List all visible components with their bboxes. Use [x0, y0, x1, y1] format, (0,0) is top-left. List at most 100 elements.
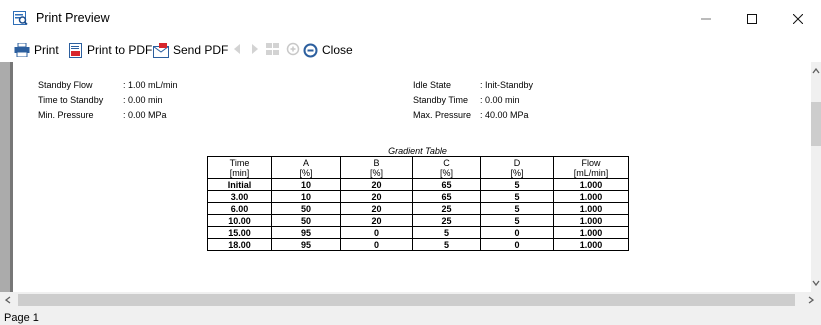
standby-flow-value: : 1.00 mL/min [123, 80, 178, 90]
cell-a: 50 [271, 214, 341, 227]
idle-state-value: : Init-Standby [480, 80, 534, 90]
zoom-out-icon [303, 43, 318, 57]
cell-c: 5 [412, 238, 481, 251]
cell-flow: 1.000 [553, 226, 629, 239]
close-preview-button[interactable]: Close [303, 41, 353, 59]
close-label: Close [322, 43, 353, 57]
minimize-button[interactable] [683, 0, 729, 38]
header-time: Time [min] [207, 156, 272, 179]
previous-page-button[interactable] [233, 42, 241, 61]
cell-c: 5 [412, 226, 481, 239]
send-pdf-label: Send PDF [173, 43, 229, 57]
vertical-scroll-thumb[interactable] [811, 102, 821, 146]
send-pdf-button[interactable]: Send PDF [153, 41, 228, 59]
cell-flow: 1.000 [553, 178, 629, 191]
next-page-button[interactable] [251, 42, 259, 61]
multi-page-icon [266, 43, 279, 55]
cell-b: 20 [340, 202, 413, 215]
cell-time: 15.00 [207, 226, 272, 239]
cell-d: 5 [480, 190, 554, 203]
scroll-down-icon[interactable] [812, 280, 820, 286]
table-row: 3.00 10 20 65 5 1.000 [207, 190, 629, 203]
cell-time: 10.00 [207, 214, 272, 227]
cell-b: 0 [340, 238, 413, 251]
cell-b: 20 [340, 178, 413, 191]
cell-time: 18.00 [207, 238, 272, 251]
cell-d: 5 [480, 202, 554, 215]
cell-a: 10 [271, 190, 341, 203]
cell-d: 5 [480, 178, 554, 191]
table-row: Initial 10 20 65 5 1.000 [207, 178, 629, 191]
header-b: B [%] [340, 156, 413, 179]
table-row: 10.00 50 20 25 5 1.000 [207, 214, 629, 227]
idle-state-label: Idle State [413, 80, 452, 90]
cell-c: 25 [412, 202, 481, 215]
cell-d: 0 [480, 238, 554, 251]
time-to-standby-value: : 0.00 min [123, 95, 163, 105]
cell-b: 20 [340, 190, 413, 203]
close-icon [793, 14, 803, 24]
close-window-button[interactable] [775, 0, 821, 38]
standby-time-value: : 0.00 min [480, 95, 520, 105]
cell-b: 20 [340, 214, 413, 227]
cell-time: 3.00 [207, 190, 272, 203]
cell-flow: 1.000 [553, 202, 629, 215]
cell-c: 65 [412, 178, 481, 191]
maximize-icon [747, 14, 757, 24]
printer-icon [14, 43, 30, 57]
print-button[interactable]: Print [14, 41, 59, 59]
header-c: C [%] [412, 156, 481, 179]
time-to-standby-label: Time to Standby [38, 95, 104, 105]
header-d: D [%] [480, 156, 554, 179]
status-bar [0, 308, 821, 325]
print-to-pdf-button[interactable]: Print to PDF [69, 41, 152, 59]
cell-a: 10 [271, 178, 341, 191]
table-row: 18.00 95 0 5 0 1.000 [207, 238, 629, 251]
print-label: Print [34, 43, 59, 57]
standby-flow-label: Standby Flow [38, 80, 93, 90]
cell-a: 50 [271, 202, 341, 215]
table-row: 6.00 50 20 25 5 1.000 [207, 202, 629, 215]
header-flow: Flow [mL/min] [553, 156, 629, 179]
max-pressure-label: Max. Pressure [413, 110, 472, 120]
min-pressure-value: : 0.00 MPa [123, 110, 167, 120]
cell-a: 95 [271, 226, 341, 239]
cell-flow: 1.000 [553, 214, 629, 227]
cell-c: 25 [412, 214, 481, 227]
cell-time: 6.00 [207, 202, 272, 215]
scroll-left-icon[interactable] [5, 296, 11, 304]
minimize-icon [701, 18, 711, 20]
cell-d: 0 [480, 226, 554, 239]
table-row: 15.00 95 0 5 0 1.000 [207, 226, 629, 239]
page-left-edge [10, 62, 13, 292]
window-title: Print Preview [36, 11, 110, 25]
multi-page-button[interactable] [266, 42, 280, 61]
header-a: A [%] [271, 156, 341, 179]
zoom-in-button[interactable] [286, 42, 300, 61]
table-header-row: Time [min] A [%] B [%] C [%] D [%] Flow [mL/mi… [207, 156, 629, 179]
gradient-table: Time [min] A [%] B [%] C [%] D [%] Flow [mL/mi… [207, 156, 629, 251]
send-pdf-icon [153, 42, 169, 58]
cell-b: 0 [340, 226, 413, 239]
scroll-up-icon[interactable] [812, 68, 820, 74]
scroll-right-icon[interactable] [808, 296, 814, 304]
maximize-button[interactable] [729, 0, 775, 38]
title-bar: Print Preview [0, 0, 821, 38]
standby-time-label: Standby Time [413, 95, 469, 105]
horizontal-scroll-thumb[interactable] [18, 294, 795, 306]
cell-c: 65 [412, 190, 481, 203]
cell-flow: 1.000 [553, 190, 629, 203]
first-page-icon [234, 44, 240, 54]
vertical-scrollbar[interactable] [811, 62, 821, 292]
next-page-icon [252, 44, 258, 54]
cell-flow: 1.000 [553, 238, 629, 251]
print-preview-icon [13, 11, 28, 26]
max-pressure-value: : 40.00 MPa [480, 110, 529, 120]
cell-d: 5 [480, 214, 554, 227]
print-to-pdf-label: Print to PDF [87, 43, 153, 57]
cell-time: Initial [207, 178, 272, 191]
min-pressure-label: Min. Pressure [38, 110, 94, 120]
page-indicator: Page 1 [4, 312, 39, 324]
cell-a: 95 [271, 238, 341, 251]
zoom-in-icon [286, 42, 300, 56]
